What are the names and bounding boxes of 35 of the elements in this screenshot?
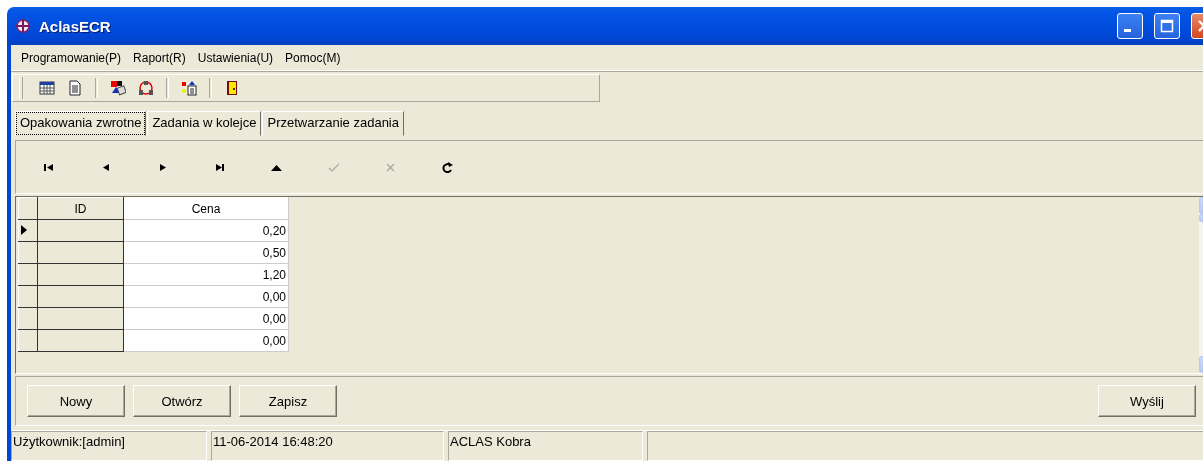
status-panel: ACLAS Kobra bbox=[448, 431, 643, 461]
current-row-icon bbox=[21, 224, 27, 235]
menu-item[interactable]: Ustawienia(U) bbox=[191, 48, 280, 67]
maximize-button[interactable] bbox=[1154, 13, 1180, 39]
people-icon[interactable] bbox=[138, 80, 154, 96]
table-icon[interactable] bbox=[39, 80, 55, 96]
price-cell: 0,00 bbox=[123, 285, 289, 308]
price-cell: 1,20 bbox=[123, 263, 289, 286]
send-button[interactable]: Wyślij bbox=[1098, 385, 1196, 417]
minimize-icon bbox=[1124, 29, 1131, 32]
price-cell: 0,20 bbox=[123, 219, 289, 242]
column-header[interactable]: Cena bbox=[123, 197, 289, 220]
column-header[interactable]: ID bbox=[37, 197, 124, 220]
document-list-icon[interactable] bbox=[181, 80, 197, 96]
tab[interactable]: Przetwarzanie zadania bbox=[262, 111, 404, 136]
action-button[interactable]: Otwórz bbox=[133, 385, 231, 417]
minimize-button[interactable] bbox=[1117, 13, 1143, 39]
price-cell: 0,00 bbox=[123, 329, 289, 352]
maximize-icon bbox=[1160, 19, 1174, 33]
document-icon[interactable] bbox=[67, 80, 83, 96]
menu-item[interactable]: Pomoc(M) bbox=[279, 48, 347, 67]
status-panel: 11-06-2014 16:48:20 bbox=[211, 431, 444, 461]
shapes-icon[interactable] bbox=[110, 80, 126, 96]
status-panel: Użytkownik:[admin] bbox=[11, 431, 207, 461]
menu-item[interactable]: Raport(R) bbox=[127, 48, 192, 67]
price-cell: 0,50 bbox=[123, 241, 289, 264]
tab[interactable]: Opakowania zwrotne bbox=[15, 111, 147, 136]
app-icon bbox=[15, 18, 31, 34]
door-icon[interactable] bbox=[224, 80, 240, 96]
menu-item[interactable]: Programowanie(P) bbox=[15, 48, 128, 67]
price-cell: 0,00 bbox=[123, 307, 289, 330]
action-button[interactable]: Nowy bbox=[27, 385, 125, 417]
action-button[interactable]: Zapisz bbox=[239, 385, 337, 417]
window-title: AclasECR bbox=[39, 17, 112, 35]
tab[interactable]: Zadania w kolejce bbox=[147, 111, 262, 136]
